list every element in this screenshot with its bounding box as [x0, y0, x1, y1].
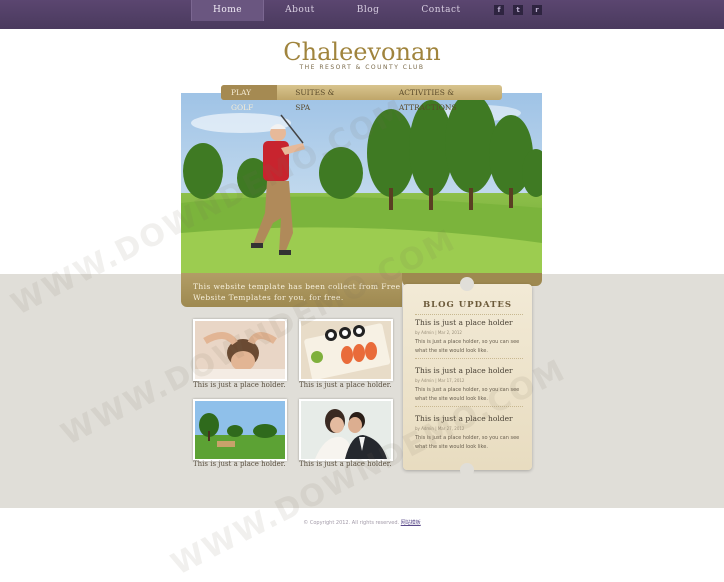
blog-post: This is just a place holder by Admin | M… — [415, 318, 523, 356]
tab-play-golf[interactable]: PLAY GOLF — [221, 85, 278, 112]
nav-item-home[interactable]: Home — [191, 0, 265, 21]
gallery-thumb-spa[interactable] — [193, 319, 287, 381]
footer-link[interactable]: 网站模板 — [401, 520, 421, 526]
hero-image — [181, 93, 542, 273]
tab-activities-attractions[interactable]: ACTIVITIES & ATTRACTIONS — [389, 85, 502, 112]
gallery-label: This is just a place holder. — [193, 381, 286, 389]
site-logo-subtitle: THE RESORT & COUNTY CLUB — [299, 64, 425, 71]
divider — [415, 406, 523, 407]
rss-icon[interactable]: r — [532, 5, 542, 15]
divider — [415, 358, 523, 359]
main-nav: Home About Blog Contact — [191, 0, 482, 21]
nav-item-contact[interactable]: Contact — [400, 0, 481, 21]
tab-suites-spa[interactable]: SUITES & SPA — [285, 85, 351, 112]
blog-post-title[interactable]: This is just a place holder — [415, 366, 523, 375]
blog-post-text: This is just a place holder, so you can … — [415, 435, 520, 450]
divider — [415, 314, 523, 315]
gallery-label: This is just a place holder. — [299, 381, 392, 389]
panel-notch-top — [460, 277, 474, 291]
facebook-icon[interactable]: f — [494, 5, 504, 15]
blog-post-meta: by Admin | Mar 2, 2012 — [415, 330, 462, 335]
blog-post-title[interactable]: This is just a place holder — [415, 414, 523, 423]
nav-item-about[interactable]: About — [264, 0, 336, 21]
blog-post-text: This is just a place holder, so you can … — [415, 339, 520, 354]
nav-item-blog[interactable]: Blog — [336, 0, 401, 21]
panel-notch-bottom — [460, 463, 474, 477]
gallery-thumb-golf-course[interactable] — [193, 399, 287, 461]
hero-caption: This website template has been collect f… — [181, 273, 402, 307]
blog-updates-panel: BLOG UPDATES This is just a place holder… — [403, 277, 532, 477]
blog-post-meta: by Admin | Mar 17, 2012 — [415, 378, 465, 383]
blog-heading: BLOG UPDATES — [422, 300, 513, 310]
footer: © Copyright 2012. All rights reserved. 网… — [0, 519, 724, 526]
blog-post-title[interactable]: This is just a place holder — [415, 318, 523, 327]
site-logo-title[interactable]: Chaleevonan — [0, 38, 724, 66]
section-tabs: PLAY GOLF SUITES & SPA ACTIVITIES & ATTR… — [221, 85, 502, 112]
gallery-thumb-sushi[interactable] — [299, 319, 393, 381]
hero-caption-text: This website template has been collect f… — [193, 282, 401, 302]
content-band — [0, 274, 724, 508]
blog-post-meta: by Admin | Mar 27, 2012 — [415, 426, 465, 431]
footer-copyright: © Copyright 2012. All rights reserved. — [303, 520, 400, 526]
blog-post: This is just a place holder by Admin | M… — [415, 414, 523, 452]
gallery-label: This is just a place holder. — [299, 460, 392, 468]
gallery-thumb-wedding[interactable] — [299, 399, 393, 461]
twitter-icon[interactable]: t — [513, 5, 523, 15]
social-links: f t r — [494, 5, 542, 15]
blog-post-text: This is just a place holder, so you can … — [415, 387, 520, 402]
gallery-label: This is just a place holder. — [193, 460, 286, 468]
top-navigation-bar: Home About Blog Contact f t r — [0, 0, 724, 29]
blog-post: This is just a place holder by Admin | M… — [415, 366, 523, 404]
